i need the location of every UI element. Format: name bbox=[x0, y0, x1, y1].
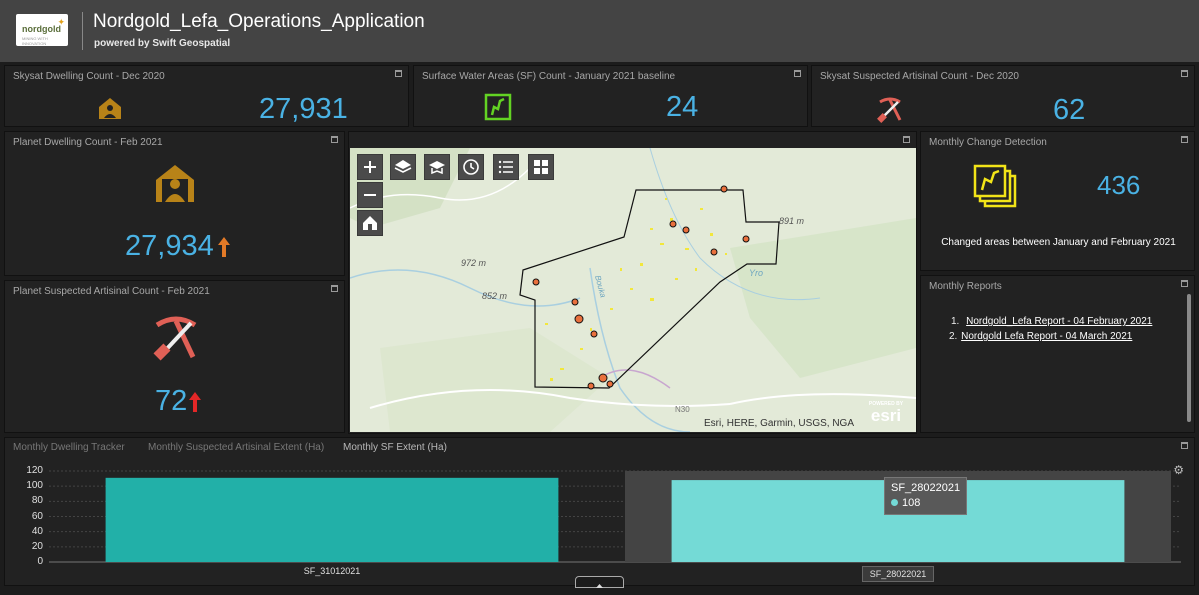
maximize-button[interactable] bbox=[1181, 280, 1188, 287]
maximize-button[interactable] bbox=[1181, 70, 1188, 77]
bar-chart[interactable] bbox=[5, 438, 1196, 587]
house-icon bbox=[156, 165, 194, 202]
app-title: Nordgold_Lefa_Operations_Application bbox=[93, 11, 425, 32]
logo-star-icon: ✦ bbox=[57, 17, 65, 27]
change-detection-caption: Changed areas between January and Februa… bbox=[941, 237, 1176, 248]
monthly-reports-panel: Monthly Reports 1. Nordgold_Lefa Report … bbox=[920, 275, 1195, 433]
app-subtitle: powered by Swift Geospatial bbox=[94, 38, 231, 49]
panel-title: Planet Suspected Artisinal Count - Feb 2… bbox=[13, 286, 210, 297]
minus-icon bbox=[364, 194, 376, 196]
time-slider-button[interactable] bbox=[458, 154, 484, 180]
skysat-dwelling-panel: Skysat Dwelling Count - Dec 2020 27,931 bbox=[4, 65, 409, 127]
list-item: 2. Nordgold Lefa Report - 04 March 2021 bbox=[949, 331, 1152, 342]
reports-list: 1. Nordgold_Lefa Report - 04 February 20… bbox=[949, 316, 1152, 346]
basemap-button[interactable] bbox=[424, 154, 450, 180]
layered-map-icon bbox=[973, 164, 1017, 208]
maximize-button[interactable] bbox=[331, 285, 338, 292]
x-tick-label: SF_28022021 bbox=[862, 566, 934, 582]
surface-water-value: 24 bbox=[666, 91, 699, 123]
scrollbar[interactable] bbox=[1187, 294, 1191, 422]
map-canvas[interactable] bbox=[350, 148, 916, 432]
plus-icon bbox=[364, 161, 376, 173]
change-detection-value: 436 bbox=[1097, 170, 1141, 200]
house-icon bbox=[99, 98, 121, 119]
list-number: 2. bbox=[949, 331, 958, 342]
layers-button[interactable] bbox=[390, 154, 416, 180]
map-label-place: Yro bbox=[749, 268, 764, 278]
esri-logo: POWERED BY esri bbox=[862, 401, 910, 427]
home-icon bbox=[363, 216, 377, 230]
planet-artisinal-value: 72 bbox=[155, 385, 188, 417]
logo-subtext: MINING WITH INNOVATION bbox=[22, 36, 48, 46]
chart-panel: Monthly Dwelling Tracker Monthly Suspect… bbox=[4, 437, 1195, 586]
trend-up-icon bbox=[189, 392, 201, 412]
skysat-artisinal-panel: Skysat Suspected Artisinal Count - Dec 2… bbox=[811, 65, 1195, 127]
map-attribution: Esri, HERE, Garmin, USGS, NGA bbox=[703, 418, 854, 429]
panel-title: Skysat Suspected Artisinal Count - Dec 2… bbox=[820, 71, 1019, 82]
map-panel: 972 m 852 m 891 m Bouka Yro N30 Esri, HE… bbox=[348, 131, 917, 434]
chevron-up-icon bbox=[596, 584, 603, 588]
map-label-elevation: 852 m bbox=[482, 291, 508, 301]
basemap-icon bbox=[429, 161, 445, 175]
report-link[interactable]: Nordgold Lefa Report - 04 March 2021 bbox=[961, 331, 1132, 342]
list-item: 1. Nordgold_Lefa Report - 04 February 20… bbox=[951, 316, 1152, 327]
panel-title: Surface Water Areas (SF) Count - January… bbox=[422, 71, 676, 82]
tooltip-value-row: 108 bbox=[891, 496, 960, 511]
pickaxe-shovel-icon bbox=[877, 97, 902, 123]
pickaxe-shovel-icon bbox=[153, 316, 197, 361]
panel-title: Monthly Reports bbox=[929, 281, 1002, 292]
grid-button[interactable] bbox=[528, 154, 554, 180]
chart-tooltip: SF_28022021 108 bbox=[884, 477, 968, 515]
surface-water-panel: Surface Water Areas (SF) Count - January… bbox=[413, 65, 808, 127]
grid-icon bbox=[534, 160, 548, 174]
skysat-dwelling-value: 27,931 bbox=[259, 93, 348, 125]
trend-up-icon bbox=[218, 237, 230, 257]
panel-title: Skysat Dwelling Count - Dec 2020 bbox=[13, 71, 165, 82]
map-label-elevation: 891 m bbox=[779, 216, 805, 226]
maximize-button[interactable] bbox=[331, 136, 338, 143]
collapse-toggle[interactable] bbox=[575, 576, 624, 588]
planet-dwelling-value: 27,934 bbox=[125, 230, 214, 262]
map-label-elevation: 972 m bbox=[461, 258, 487, 268]
series-dot-icon bbox=[891, 499, 898, 506]
logo-text: nordgold bbox=[22, 24, 61, 34]
water-area-icon bbox=[484, 93, 512, 121]
list-icon bbox=[498, 160, 513, 174]
planet-dwelling-panel: Planet Dwelling Count - Feb 2021 27,934 bbox=[4, 131, 345, 276]
legend-button[interactable] bbox=[493, 154, 519, 180]
report-link[interactable]: Nordgold_Lefa Report - 04 February 2021 bbox=[966, 316, 1152, 327]
zoom-out-button[interactable] bbox=[357, 182, 383, 208]
nordgold-logo: nordgold MINING WITH INNOVATION ✦ bbox=[16, 14, 68, 46]
maximize-button[interactable] bbox=[395, 70, 402, 77]
bar-SF_31012021[interactable] bbox=[105, 477, 559, 562]
header-divider bbox=[82, 12, 83, 50]
maximize-button[interactable] bbox=[794, 70, 801, 77]
home-button[interactable] bbox=[357, 210, 383, 236]
planet-artisinal-panel: Planet Suspected Artisinal Count - Feb 2… bbox=[4, 280, 345, 433]
skysat-artisinal-value: 62 bbox=[1053, 94, 1086, 126]
clock-icon bbox=[463, 159, 479, 175]
maximize-button[interactable] bbox=[1181, 136, 1188, 143]
esri-logo-text: esri bbox=[870, 406, 902, 425]
maximize-button[interactable] bbox=[903, 136, 910, 143]
tooltip-label: SF_28022021 bbox=[891, 482, 961, 494]
zoom-in-button[interactable] bbox=[357, 154, 383, 180]
layers-icon bbox=[394, 160, 412, 173]
map-label-road: N30 bbox=[675, 405, 690, 414]
panel-title: Planet Dwelling Count - Feb 2021 bbox=[13, 137, 163, 148]
app-header: nordgold MINING WITH INNOVATION ✦ Nordgo… bbox=[0, 0, 1199, 62]
tooltip-value: 108 bbox=[902, 497, 921, 509]
panel-title: Monthly Change Detection bbox=[929, 137, 1047, 148]
x-tick-label: SF_31012021 bbox=[303, 566, 361, 576]
change-detection-panel: Monthly Change Detection 436 Changed are… bbox=[920, 131, 1195, 271]
list-number: 1. bbox=[951, 316, 960, 327]
